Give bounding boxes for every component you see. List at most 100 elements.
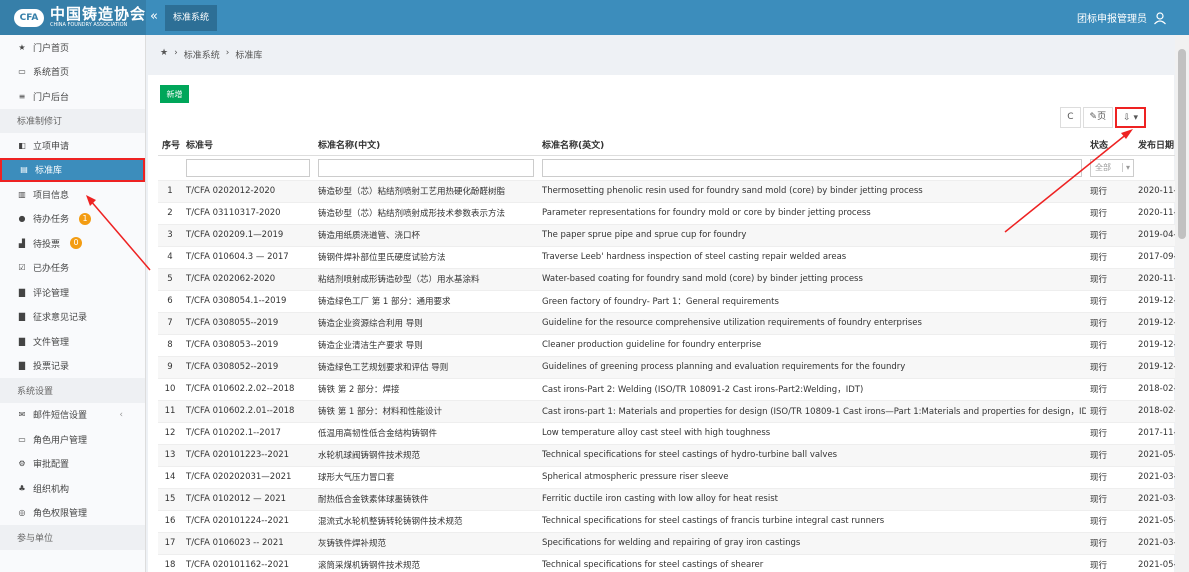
sidebar-item-icon: ◧ bbox=[18, 140, 26, 150]
sidebar-item[interactable]: ▥ 项目信息 bbox=[0, 182, 145, 207]
table-cell: 现行 bbox=[1086, 531, 1134, 554]
sidebar-item-label: 门户首页 bbox=[33, 43, 70, 54]
user-name: 团标申报管理员 bbox=[1077, 14, 1147, 25]
table-cell: T/CFA 0202012-2020 bbox=[182, 179, 314, 202]
sidebar-item-label: 邮件短信设置 bbox=[33, 411, 88, 422]
table-cell: 6 bbox=[158, 289, 182, 312]
table-cell: T/CFA 0308054.1--2019 bbox=[182, 289, 314, 312]
table-cell: 现行 bbox=[1086, 465, 1134, 488]
edit-page-button[interactable]: ✎页 bbox=[1082, 107, 1114, 128]
table-row[interactable]: 15 T/CFA 0102012 — 2021 耐热低合金铁素体球墨铸铁件 Ferri… bbox=[158, 487, 1178, 510]
sidebar-item[interactable]: ♣ 组织机构 bbox=[0, 476, 145, 501]
user-menu[interactable]: 团标申报管理员 bbox=[1077, 10, 1167, 25]
table-row[interactable]: 13 T/CFA 020101223--2021 水轮机球阀铸钢件技术规范 Techn… bbox=[158, 443, 1178, 466]
sidebar-item[interactable]: ◎ 角色权限管理 bbox=[0, 501, 145, 526]
column-filter-input[interactable] bbox=[318, 158, 534, 177]
table-cell: 2018-02- bbox=[1134, 399, 1178, 422]
table-row[interactable]: 1 T/CFA 0202012-2020 铸造砂型（芯）粘结剂喷射工艺用热硬化酚醛树… bbox=[158, 179, 1178, 202]
sidebar-item[interactable]: ▟ 待投票 0 bbox=[0, 231, 145, 256]
sidebar-item-label: 征求意见记录 bbox=[33, 313, 88, 324]
table-cell: 现行 bbox=[1086, 201, 1134, 224]
breadcrumb-separator: › bbox=[174, 48, 178, 58]
status-filter-select[interactable]: 全部 ▾ bbox=[1090, 158, 1134, 177]
table-cell: 现行 bbox=[1086, 443, 1134, 466]
sidebar-item-label: 文件管理 bbox=[33, 337, 70, 348]
table-row[interactable]: 5 T/CFA 0202062-2020 粘结剂喷射成形铸造砂型（芯）用水基涂料 Wa… bbox=[158, 267, 1178, 290]
sidebar-item-icon: ♣ bbox=[18, 483, 26, 493]
add-button[interactable]: 新增 bbox=[160, 85, 189, 103]
table-row[interactable]: 11 T/CFA 010602.2.01--2018 铸铁 第 1 部分：材料和性能… bbox=[158, 399, 1178, 422]
sidebar-item[interactable]: ▇ 征求意见记录 bbox=[0, 305, 145, 330]
table-row[interactable]: 4 T/CFA 010604.3 — 2017 铸钢件焊补部位里氏硬度试验方法 Tra… bbox=[158, 245, 1178, 268]
table-row[interactable]: 14 T/CFA 020202031—2021 球形大气压力冒口套 Spherical… bbox=[158, 465, 1178, 488]
sidebar-item-icon: ▭ bbox=[18, 67, 26, 77]
sidebar-item[interactable]: ◧ 立项申请 bbox=[0, 133, 145, 158]
column-header[interactable]: 状态 bbox=[1086, 135, 1134, 156]
tab-standard-system[interactable]: 标准系统 bbox=[165, 5, 218, 31]
column-filter-input[interactable] bbox=[542, 158, 1082, 177]
column-header[interactable]: 序号 bbox=[158, 135, 182, 156]
sidebar-item[interactable]: ▭ 角色用户管理 bbox=[0, 427, 145, 452]
home-icon[interactable]: ★ bbox=[160, 48, 168, 61]
table-cell: 2020-11- bbox=[1134, 201, 1178, 224]
scrollbar-thumb[interactable] bbox=[1178, 49, 1186, 239]
sidebar-item[interactable]: ▇ 评论管理 bbox=[0, 280, 145, 305]
sidebar-item-label: 投票记录 bbox=[33, 362, 70, 373]
table-row[interactable]: 18 T/CFA 020101162--2021 滚筒采煤机铸钢件技术规范 Techn… bbox=[158, 553, 1178, 572]
table-cell: T/CFA 020101162--2021 bbox=[182, 553, 314, 572]
table-cell: 9 bbox=[158, 355, 182, 378]
sidebar-item[interactable]: ✉ 邮件短信设置 ‹ bbox=[0, 403, 145, 428]
status-filter-value: 全部 bbox=[1095, 163, 1111, 172]
table-cell: Green factory of foundry- Part 1：General… bbox=[538, 289, 1086, 312]
table-cell: 铸造砂型（芯）粘结剂喷射工艺用热硬化酚醛树脂 bbox=[314, 179, 538, 202]
table-cell: T/CFA 010602.2.02--2018 bbox=[182, 377, 314, 400]
sidebar-item-icon: ▤ bbox=[20, 165, 28, 175]
sidebar-item-icon: ▇ bbox=[18, 361, 26, 371]
table-row[interactable]: 9 T/CFA 0308052--2019 铸造绿色工艺规划要求和评估 导则 Guid… bbox=[158, 355, 1178, 378]
sidebar-toggle-icon[interactable]: « bbox=[150, 9, 158, 24]
sidebar-item[interactable]: ⚙ 审批配置 bbox=[0, 452, 145, 477]
table-row[interactable]: 8 T/CFA 0308053--2019 铸造企业清洁生产要求 导则 Cleaner… bbox=[158, 333, 1178, 356]
count-badge: 0 bbox=[70, 237, 83, 250]
refresh-button[interactable]: C bbox=[1060, 107, 1081, 128]
table-row[interactable]: 10 T/CFA 010602.2.02--2018 铸铁 第 2 部分：焊接 Cas… bbox=[158, 377, 1178, 400]
page-scrollbar[interactable] bbox=[1175, 35, 1189, 572]
column-header[interactable]: 发布日期 bbox=[1134, 135, 1178, 156]
column-header[interactable]: 标准名称(中文) bbox=[314, 135, 538, 156]
sidebar-item-label: 立项申请 bbox=[33, 141, 70, 152]
sidebar-item-label: 门户后台 bbox=[33, 92, 70, 103]
column-header[interactable]: 标准名称(英文) bbox=[538, 135, 1086, 156]
table-row[interactable]: 7 T/CFA 0308055--2019 铸造企业资源综合利用 导则 Guideli… bbox=[158, 311, 1178, 334]
user-icon bbox=[1154, 11, 1166, 24]
sidebar-item[interactable]: ☑ 已办任务 bbox=[0, 256, 145, 281]
sidebar-item[interactable]: ▇ 文件管理 bbox=[0, 329, 145, 354]
sidebar-item[interactable]: ★ 门户首页 bbox=[0, 35, 145, 60]
sidebar-item-icon: ▟ bbox=[18, 238, 26, 248]
table-row[interactable]: 2 T/CFA 03110317-2020 铸造砂型（芯）粘结剂喷射成形技术参数表示… bbox=[158, 201, 1178, 224]
table-row[interactable]: 17 T/CFA 0106023 -- 2021 灰铸铁件焊补规范 Specifica… bbox=[158, 531, 1178, 554]
sidebar-item[interactable]: ▇ 投票记录 bbox=[0, 354, 145, 379]
table-row[interactable]: 16 T/CFA 020101224--2021 混流式水轮机整铸转轮铸钢件技术规范… bbox=[158, 509, 1178, 532]
sidebar-item-icon: ≡ bbox=[18, 91, 26, 101]
table-cell: 2019-12- bbox=[1134, 355, 1178, 378]
column-header[interactable]: 标准号 bbox=[182, 135, 314, 156]
logo[interactable]: CFA 中国铸造协会 CHINA FOUNDRY ASSOCIATION bbox=[0, 0, 146, 35]
table-cell: The paper sprue pipe and sprue cup for f… bbox=[538, 223, 1086, 246]
column-filter-input[interactable] bbox=[186, 158, 310, 177]
export-button[interactable]: ⇩ ▾ bbox=[1115, 107, 1146, 128]
sidebar-item[interactable]: ≡ 门户后台 bbox=[0, 84, 145, 109]
table-cell: 现行 bbox=[1086, 311, 1134, 334]
table-row[interactable]: 6 T/CFA 0308054.1--2019 铸造绿色工厂 第 1 部分：通用要求… bbox=[158, 289, 1178, 312]
sidebar-item[interactable]: ▭ 系统首页 bbox=[0, 60, 145, 85]
table-row[interactable]: 3 T/CFA 020209.1—2019 铸造用纸质浇道管、浇口杯 The pape… bbox=[158, 223, 1178, 246]
sidebar-item[interactable]: ● 待办任务 1 bbox=[0, 207, 145, 232]
table-cell: 现行 bbox=[1086, 377, 1134, 400]
breadcrumb-level1[interactable]: 标准系统 bbox=[184, 48, 220, 61]
filter-cell bbox=[538, 155, 1086, 180]
sidebar-item[interactable]: ▤ 标准库 bbox=[0, 157, 145, 182]
table-cell: T/CFA 0102012 — 2021 bbox=[182, 487, 314, 510]
standards-table: 序号 标准号 标准名称(中文) 标准名称(英文) 状态 发布日期 全部 ▾ 1 T/CFA 02… bbox=[158, 135, 1178, 572]
table-row[interactable]: 12 T/CFA 010202.1--2017 低温用高韧性低合金结构铸钢件 Low … bbox=[158, 421, 1178, 444]
table-cell: 现行 bbox=[1086, 421, 1134, 444]
table-cell: 粘结剂喷射成形铸造砂型（芯）用水基涂料 bbox=[314, 267, 538, 290]
